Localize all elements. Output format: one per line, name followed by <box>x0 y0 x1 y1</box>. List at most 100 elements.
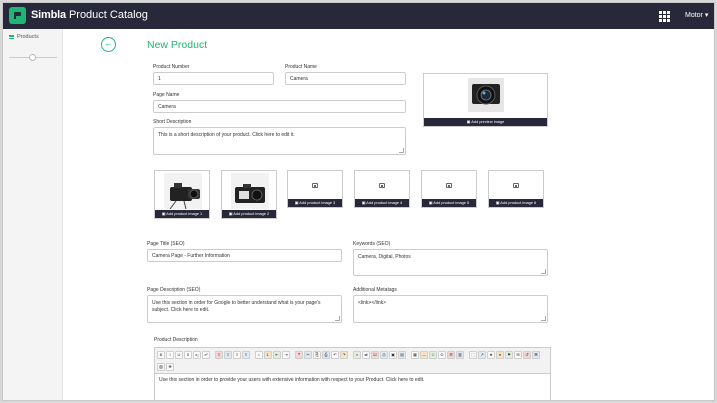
editor-toolbar-button[interactable]: Ω <box>438 350 446 359</box>
product-image-card-5[interactable]: ▣ Add product image 5 <box>421 170 477 208</box>
simbla-logo-icon[interactable] <box>9 7 26 24</box>
editor-toolbar-button[interactable]: ☺ <box>429 350 437 359</box>
image-placeholder-icon <box>312 183 318 188</box>
editor-toolbar-button[interactable]: ⎙ <box>322 350 330 359</box>
sidebar-item-label: Products <box>17 34 39 40</box>
add-product-image-5-button[interactable]: ▣ Add product image 5 <box>422 199 476 207</box>
add-product-image-1-button[interactable]: ▣ Add product image 1 <box>155 210 209 218</box>
app-window: Simbla Product Catalog Motor ▾ Products … <box>2 2 715 401</box>
editor-toolbar-button[interactable]: ↗ <box>478 350 486 359</box>
editor-toolbar-button[interactable]: ≡ <box>242 350 250 359</box>
editor-toolbar-button[interactable]: ↷ <box>340 350 348 359</box>
product-name-input[interactable]: Camera <box>285 72 406 85</box>
editor-toolbar-button[interactable]: S <box>184 350 192 359</box>
editor-toolbar-button[interactable]: ▥ <box>456 350 464 359</box>
page-title-seo-label: Page Title (SEO) <box>147 241 185 247</box>
editor-toolbar-button[interactable]: ▦ <box>411 350 419 359</box>
short-description-label: Short Description <box>153 119 192 125</box>
editor-toolbar: B I U Sx₂ x² ≡ ≡ ≡ ≡ • 1. ⇤ ⇥ ❝ ✂ ⎘ ⎙ ↶ ↷ ⌕ ⇄ ☑ ◎ ▣ ▤ ▦ — ☺ Ω ☰ ▥ ⬚ ↗ ★ ♦ ⚑… <box>154 347 551 374</box>
top-navbar: Simbla Product Catalog Motor ▾ <box>3 3 714 29</box>
add-product-image-3-button[interactable]: ▣ Add product image 3 <box>288 199 342 207</box>
product-number-label: Product Number <box>153 64 190 70</box>
product-image-card-1[interactable]: ▣ Add product image 1 <box>154 170 210 219</box>
brand-secondary: Product Catalog <box>68 9 148 21</box>
add-product-image-2-button[interactable]: ▣ Add product image 2 <box>222 210 276 218</box>
product-number-input[interactable]: 1 <box>153 72 274 85</box>
product-description-editor[interactable]: Use this section in order to provide you… <box>154 374 551 400</box>
image-placeholder-icon <box>379 183 385 188</box>
editor-toolbar-button[interactable]: ≡ <box>215 350 223 359</box>
editor-toolbar-button[interactable]: ☑ <box>371 350 379 359</box>
editor-toolbar-button[interactable]: — <box>420 350 428 359</box>
editor-toolbar-button[interactable]: U <box>175 350 183 359</box>
editor-toolbar-button[interactable]: I <box>166 350 174 359</box>
editor-toolbar-button[interactable]: ★ <box>487 350 495 359</box>
product-image-card-6[interactable]: ▣ Add product image 6 <box>488 170 544 208</box>
editor-toolbar-button[interactable]: ❝ <box>295 350 303 359</box>
editor-toolbar-button[interactable]: ✉ <box>514 350 522 359</box>
additional-metatags-textarea[interactable]: <link></link> <box>353 295 548 323</box>
editor-toolbar-button[interactable]: ↶ <box>331 350 339 359</box>
arrow-left-icon: ← <box>104 38 113 48</box>
slider-knob[interactable] <box>29 54 36 61</box>
app-brand: Simbla Product Catalog <box>31 9 148 21</box>
editor-toolbar-button[interactable]: ⌘ <box>532 350 540 359</box>
editor-toolbar-button[interactable]: • <box>255 350 263 359</box>
image-placeholder-icon <box>446 183 452 188</box>
product-description-label: Product Description <box>154 337 198 343</box>
sidebar-item-products[interactable]: Products <box>9 34 39 40</box>
sidebar: Products <box>3 29 63 400</box>
editor-toolbar-button[interactable]: ⇥ <box>282 350 290 359</box>
page-name-input[interactable]: Camera <box>153 100 406 113</box>
back-button[interactable]: ← <box>101 37 116 52</box>
preview-image-card[interactable]: ▣ Add preview image <box>423 73 548 127</box>
editor-toolbar-button[interactable]: 1. <box>264 350 272 359</box>
editor-toolbar-button[interactable]: ≡ <box>224 350 232 359</box>
camera-icon <box>164 173 202 209</box>
editor-toolbar-button[interactable]: x² <box>202 350 210 359</box>
editor-toolbar-button[interactable]: B <box>157 350 165 359</box>
product-image-card-3[interactable]: ▣ Add product image 3 <box>287 170 343 208</box>
editor-toolbar-button[interactable]: ⇤ <box>273 350 281 359</box>
editor-toolbar-button[interactable]: ⌕ <box>353 350 361 359</box>
page-title: New Product <box>147 39 208 51</box>
logo-glyph-icon <box>14 12 21 19</box>
add-product-image-4-button[interactable]: ▣ Add product image 4 <box>355 199 409 207</box>
image-placeholder-icon <box>513 183 519 188</box>
product-image-card-2[interactable]: ▣ Add product image 2 <box>221 170 277 219</box>
editor-toolbar-button[interactable]: ♦ <box>496 350 504 359</box>
editor-toolbar-button[interactable]: ⬚ <box>469 350 477 359</box>
editor-toolbar-button[interactable]: ▣ <box>389 350 397 359</box>
editor-toolbar-button[interactable]: ▧ <box>157 362 165 371</box>
page-name-label: Page Name <box>153 92 180 98</box>
user-menu[interactable]: Motor ▾ <box>685 11 708 19</box>
editor-toolbar-button[interactable]: ✂ <box>304 350 312 359</box>
editor-toolbar-button[interactable]: ⇄ <box>362 350 370 359</box>
editor-toolbar-button[interactable]: ☰ <box>447 350 455 359</box>
add-preview-image-button[interactable]: ▣ Add preview image <box>424 118 547 126</box>
add-product-image-6-button[interactable]: ▣ Add product image 6 <box>489 199 543 207</box>
page-title-seo-input[interactable]: Camera Page - Further Information <box>147 249 342 262</box>
sidebar-slider[interactable] <box>9 54 57 61</box>
editor-toolbar-button[interactable]: ◎ <box>380 350 388 359</box>
editor-toolbar-button[interactable]: ↺ <box>523 350 531 359</box>
editor-toolbar-button[interactable]: x₂ <box>193 350 201 359</box>
brand-primary: Simbla <box>31 9 66 21</box>
editor-toolbar-button[interactable]: ✥ <box>166 362 174 371</box>
editor-toolbar-button[interactable]: ≡ <box>233 350 241 359</box>
apps-grid-icon[interactable] <box>659 11 670 22</box>
short-description-textarea[interactable]: This is a short description of your prod… <box>153 127 406 155</box>
page-description-seo-label: Page Description (SEO) <box>147 287 201 293</box>
product-image-card-4[interactable]: ▣ Add product image 4 <box>354 170 410 208</box>
editor-toolbar-button[interactable]: ⎘ <box>313 350 321 359</box>
additional-metatags-label: Additional Metatags <box>353 287 397 293</box>
editor-toolbar-row-1: B I U Sx₂ x² ≡ ≡ ≡ ≡ • 1. ⇤ ⇥ ❝ ✂ ⎘ ⎙ ↶ ↷ ⌕ ⇄ ☑ ◎ ▣ ▤ ▦ — ☺ Ω ☰ ▥ ⬚ ↗ ★ ♦ ⚑… <box>157 349 540 360</box>
page-description-seo-textarea[interactable]: Use this section in order for Google to … <box>147 295 342 323</box>
camera-lens-icon <box>468 78 504 112</box>
editor-toolbar-button[interactable]: ⚑ <box>505 350 513 359</box>
editor-toolbar-button[interactable]: ▤ <box>398 350 406 359</box>
product-name-label: Product Name <box>285 64 317 70</box>
editor-toolbar-row-2: ▧ ✥ <box>157 361 174 372</box>
camera-icon <box>231 173 269 209</box>
keywords-seo-textarea[interactable]: Camera, Digital, Photos <box>353 249 548 276</box>
